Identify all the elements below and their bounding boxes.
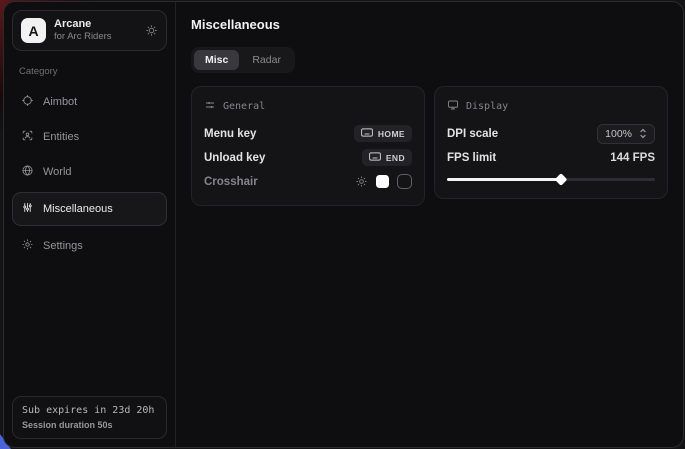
unload-key-value: END	[386, 153, 405, 163]
sidebar-item-world[interactable]: World	[12, 157, 167, 187]
sidebar-spacer	[12, 261, 167, 396]
sidebar-item-entities[interactable]: Entities	[12, 122, 167, 152]
tab-bar: Misc Radar	[191, 47, 295, 73]
crosshair-settings-gear-icon[interactable]	[355, 175, 368, 188]
menu-key-label: Menu key	[204, 128, 256, 140]
sidebar-item-miscellaneous[interactable]: Miscellaneous	[12, 192, 167, 226]
dpi-scale-label: DPI scale	[447, 128, 498, 140]
display-card-header: Display	[447, 99, 655, 114]
main-content: Miscellaneous Misc Radar General	[176, 2, 683, 447]
keyboard-icon	[361, 128, 373, 139]
crosshair-row: Crosshair	[204, 170, 412, 193]
sidebar-item-label: Aimbot	[43, 96, 77, 108]
crosshair-label: Crosshair	[204, 176, 258, 188]
tab-radar[interactable]: Radar	[241, 50, 292, 70]
general-card: General Menu key HOME	[191, 86, 425, 206]
brand-card: A Arcane for Arc Riders	[12, 10, 167, 51]
crosshair-checkbox[interactable]	[397, 174, 412, 189]
sidebar-item-label: Settings	[43, 240, 83, 252]
fps-limit-label: FPS limit	[447, 152, 496, 164]
dpi-scale-value: 100%	[605, 128, 632, 140]
app-name: Arcane	[54, 19, 112, 30]
sidebar-nav: Aimbot Entities	[12, 87, 167, 261]
sidebar: A Arcane for Arc Riders Category	[4, 2, 176, 447]
fps-limit-slider[interactable]	[447, 173, 655, 186]
app-logo: A	[21, 18, 46, 43]
menu-key-bind-button[interactable]: HOME	[354, 125, 412, 142]
tab-misc[interactable]: Misc	[194, 50, 239, 70]
page-title: Miscellaneous	[191, 17, 668, 32]
keyboard-icon	[369, 152, 381, 163]
unload-key-row: Unload key END	[204, 146, 412, 169]
sub-expiry-text: Sub expires in 23d 20h	[22, 405, 157, 416]
session-duration-text: Session duration 50s	[22, 420, 157, 430]
sidebar-item-label: Miscellaneous	[43, 203, 113, 215]
crosshair-color-swatch[interactable]	[376, 175, 389, 188]
fps-limit-row: FPS limit 144 FPS	[447, 146, 655, 169]
general-card-title: General	[223, 101, 265, 112]
general-card-header: General	[204, 99, 412, 114]
dpi-scale-input[interactable]: 100%	[597, 124, 655, 144]
unload-key-bind-button[interactable]: END	[362, 149, 412, 166]
overlay-window: A Arcane for Arc Riders Category	[3, 1, 684, 448]
monitor-icon	[447, 99, 459, 114]
display-card-title: Display	[466, 101, 508, 112]
cards-row: General Menu key HOME	[191, 86, 668, 206]
dpi-scale-row: DPI scale 100%	[447, 122, 655, 145]
stepper-arrows-icon[interactable]	[639, 128, 647, 139]
app-subtitle: for Arc Riders	[54, 32, 112, 42]
fps-limit-value: 144 FPS	[610, 152, 655, 164]
fps-slider-fill	[447, 178, 561, 181]
entities-scan-icon	[21, 129, 34, 145]
unload-key-label: Unload key	[204, 152, 265, 164]
adjustments-icon	[21, 201, 34, 217]
fps-slider-thumb[interactable]	[555, 173, 568, 186]
globe-icon	[21, 164, 34, 180]
sidebar-item-aimbot[interactable]: Aimbot	[12, 87, 167, 117]
sidebar-item-settings[interactable]: Settings	[12, 231, 167, 261]
crosshair-icon	[21, 94, 34, 110]
subscription-card: Sub expires in 23d 20h Session duration …	[12, 396, 167, 439]
adjustments-horizontal-icon	[204, 99, 216, 114]
category-label: Category	[19, 66, 160, 77]
menu-key-row: Menu key HOME	[204, 122, 412, 145]
sidebar-item-label: Entities	[43, 131, 79, 143]
crosshair-controls	[355, 174, 412, 189]
sidebar-item-label: World	[43, 166, 72, 178]
gear-icon	[21, 238, 34, 254]
brand-text: Arcane for Arc Riders	[54, 19, 112, 42]
brand-gear-icon[interactable]	[145, 24, 158, 37]
display-card: Display DPI scale 100% FPS limit	[434, 86, 668, 199]
menu-key-value: HOME	[378, 129, 405, 139]
